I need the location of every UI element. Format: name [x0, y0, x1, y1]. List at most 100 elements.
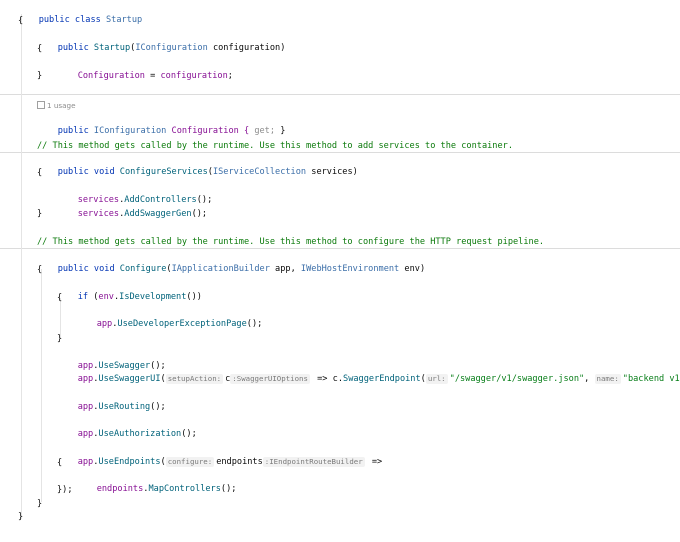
keyword: public void — [57, 167, 120, 177]
code-line-constructor: public Startup(IConfiguration configurat… — [37, 29, 286, 53]
code-line-lambda-close: }); — [57, 484, 73, 497]
type-name: IWebHostEnvironment — [300, 264, 400, 274]
brace: { — [57, 293, 63, 303]
method-call: UseRouting — [98, 402, 151, 412]
comma: , — [584, 374, 595, 384]
param-name: env — [399, 264, 420, 274]
method-name: Startup — [93, 43, 131, 53]
code-line-brace: } — [37, 208, 42, 221]
brace: { — [37, 168, 43, 178]
arrow: => — [366, 457, 383, 467]
code-comment: // This method gets called by the runtim… — [37, 236, 544, 249]
paren: ) — [419, 264, 426, 274]
usages-icon — [37, 101, 45, 109]
code-line-configure-services: public void ConfigureServices(IServiceCo… — [37, 153, 358, 177]
paren: ( — [160, 374, 166, 384]
code-line-use-swagger: app.UseSwagger(); — [57, 347, 166, 371]
parameter-hint: setupAction: — [165, 374, 224, 384]
code-line-use-swagger-ui: app.UseSwaggerUI(setupAction: c:SwaggerUI… — [57, 360, 680, 384]
method-call: UseAuthorization — [98, 429, 182, 439]
usage-hint[interactable]: 1 usage — [37, 100, 76, 111]
code-line-brace: { — [57, 292, 62, 305]
brace: } — [18, 512, 24, 522]
code-line-brace: { — [37, 264, 42, 277]
type-name: IConfiguration — [93, 126, 167, 136]
method-call: MapControllers — [148, 484, 221, 494]
paren: ) — [280, 43, 286, 53]
brace: { — [57, 458, 63, 468]
lambda-close: }); — [57, 485, 73, 495]
type-hint: :IEndpointRouteBuilder — [262, 457, 365, 467]
brace: { — [18, 16, 24, 26]
code-editor[interactable]: public class Startup { public Startup(IC… — [0, 0, 680, 542]
parameter-hint: configure: — [165, 457, 215, 467]
code-line-class-decl: public class Startup — [18, 1, 142, 25]
code-line-ctor-body: Configuration = configuration; — [57, 57, 233, 81]
accessor: get; — [254, 126, 276, 136]
keyword: public class — [38, 15, 106, 25]
method-call: IsDevelopment — [119, 292, 187, 302]
paren: ) — [352, 167, 358, 177]
method-call: SwaggerEndpoint — [343, 374, 421, 384]
brace: } — [37, 499, 43, 509]
code-line-if: if (env.IsDevelopment()) — [57, 278, 202, 302]
type-name: IApplicationBuilder — [171, 264, 270, 274]
code-line-brace: { — [37, 167, 42, 180]
call-end: (); — [150, 402, 166, 412]
property-name: Configuration { — [166, 126, 255, 136]
code-line-add-controllers: services.AddControllers(); — [57, 181, 213, 205]
code-line-use-endpoints: app.UseEndpoints(configure: endpoints:IEn… — [57, 443, 382, 467]
comment-text: // This method gets called by the runtim… — [37, 141, 513, 151]
method-separator — [0, 94, 680, 95]
type-hint: :SwaggerUIOptions — [230, 374, 310, 384]
object-ref: services — [77, 209, 120, 219]
code-line-use-authorization: app.UseAuthorization(); — [57, 415, 197, 439]
string-literal: "backend v1" — [622, 374, 680, 384]
param-name: services — [306, 167, 353, 177]
parameter-hint: url: — [425, 374, 448, 384]
method-name: Configure — [119, 264, 167, 274]
code-line-map-controllers: endpoints.MapControllers(); — [76, 470, 237, 494]
property-ref: Configuration — [77, 71, 145, 81]
object-ref: app — [77, 457, 94, 467]
class-name: Startup — [105, 15, 143, 25]
indent-guide — [41, 269, 42, 502]
code-line-brace: } — [37, 70, 42, 83]
call-end: (); — [181, 429, 197, 439]
paren: ( — [160, 457, 166, 467]
method-call: UseDeveloperExceptionPage — [117, 319, 247, 329]
object-ref: env — [98, 292, 114, 302]
method-name: ConfigureServices — [119, 167, 208, 177]
code-line-brace: } — [57, 333, 62, 346]
call-end: (); — [191, 209, 208, 219]
semicolon: ; — [227, 71, 233, 81]
param-ref: configuration — [160, 71, 228, 81]
string-literal: "/swagger/v1/swagger.json" — [449, 374, 585, 384]
brace: } — [37, 71, 43, 81]
object-ref: app — [77, 374, 94, 384]
object-ref: app — [77, 429, 94, 439]
operator: = — [144, 71, 161, 81]
code-line-brace: } — [18, 511, 23, 524]
arrow: => — [311, 374, 333, 384]
keyword: public — [57, 43, 94, 53]
object-ref: app — [77, 402, 94, 412]
type-name: IServiceCollection — [212, 167, 307, 177]
keyword: public — [57, 126, 94, 136]
brace: { — [37, 265, 43, 275]
code-line-brace: } — [37, 498, 42, 511]
call-end: (); — [220, 484, 237, 494]
brace: } — [275, 126, 286, 136]
lambda-param: endpoints — [216, 457, 263, 467]
method-call: UseSwaggerUI — [98, 374, 161, 384]
param-name: configuration — [207, 43, 281, 53]
method-call: UseEndpoints — [98, 457, 161, 467]
object-ref: endpoints — [96, 484, 144, 494]
brace: } — [37, 209, 43, 219]
brace: { — [37, 44, 43, 54]
code-comment: // This method gets called by the runtim… — [37, 140, 513, 153]
code-line-brace: { — [18, 15, 23, 28]
type-name: IConfiguration — [135, 43, 208, 53]
keyword: public void — [57, 264, 120, 274]
code-line-dev-exception: app.UseDeveloperExceptionPage(); — [76, 305, 263, 329]
